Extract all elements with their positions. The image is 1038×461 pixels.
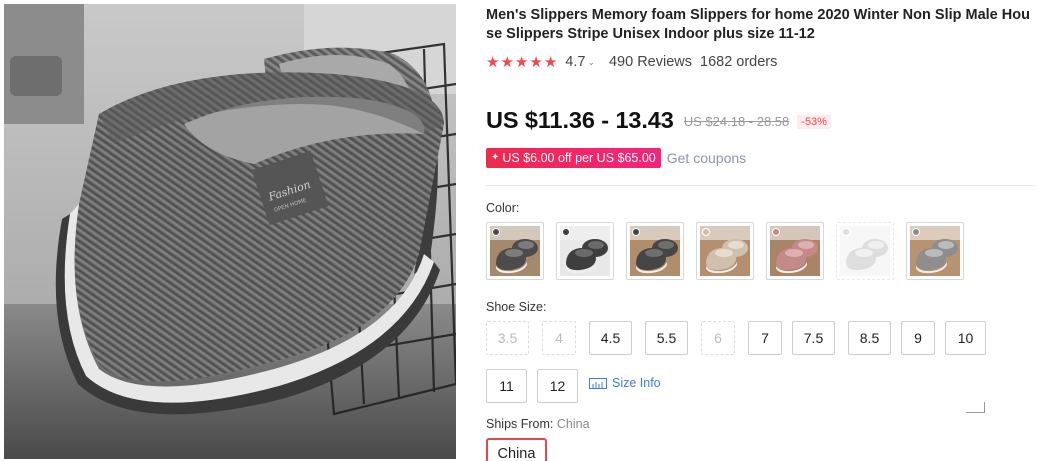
original-price: US $24.18 - 28.58 xyxy=(683,114,790,129)
divider xyxy=(486,185,1034,186)
ships-from-title: Ships From: xyxy=(486,417,554,431)
corner-mark xyxy=(966,402,985,413)
rating-stars: ★ ★ ★ ★ ★ xyxy=(486,55,557,70)
ships-from-label: Ships From: China xyxy=(486,417,590,431)
size-option-12[interactable]: 12 xyxy=(537,369,578,403)
ships-from-value: China xyxy=(556,417,590,431)
size-option-11[interactable]: 11 xyxy=(486,369,527,403)
product-main-image[interactable]: Fashion OPEN HOME xyxy=(4,4,456,459)
price-row: US $11.36 - 13.43 US $24.18 - 28.58 -53% xyxy=(486,106,831,134)
get-coupons-link[interactable]: Get coupons xyxy=(667,150,746,166)
star-icon: ★ xyxy=(500,53,514,71)
size-info-link[interactable]: Size Info xyxy=(589,376,661,390)
color-swatch-black[interactable] xyxy=(556,222,614,280)
size-option-3-5: 3.5 xyxy=(486,321,529,355)
reviews-link[interactable]: 490 Reviews xyxy=(609,54,692,70)
color-swatch-charcoal[interactable] xyxy=(626,222,684,280)
color-swatch-light-grey[interactable] xyxy=(836,222,894,280)
chevron-down-icon[interactable]: ⌄ xyxy=(587,57,595,68)
size-option-6: 6 xyxy=(701,321,735,355)
size-option-10[interactable]: 10 xyxy=(945,321,986,355)
color-swatch-dark-grey[interactable] xyxy=(486,222,544,280)
size-option-7-5[interactable]: 7.5 xyxy=(792,321,835,355)
discount-badge: -53% xyxy=(797,114,831,129)
size-option-9[interactable]: 9 xyxy=(901,321,935,355)
coupon-badge[interactable]: ✦ US $6.00 off per US $65.00 xyxy=(486,147,661,168)
color-label: Color: xyxy=(486,201,520,215)
shoe-size-label: Shoe Size: xyxy=(486,300,547,314)
size-option-4: 4 xyxy=(542,321,576,355)
rating-value[interactable]: 4.7 xyxy=(565,54,585,70)
color-swatch-grey[interactable] xyxy=(906,222,964,280)
ruler-icon xyxy=(589,377,607,389)
size-option-4-5[interactable]: 4.5 xyxy=(589,321,632,355)
star-icon: ★ xyxy=(514,53,529,71)
ships-from-option-china[interactable]: China xyxy=(486,438,547,461)
size-option-7[interactable]: 7 xyxy=(748,321,782,355)
color-swatch-beige[interactable] xyxy=(696,222,754,280)
sparkle-icon: ✦ xyxy=(491,151,500,163)
orders-count: 1682 orders xyxy=(700,54,778,70)
star-icon: ★ xyxy=(486,53,500,71)
size-option-5-5[interactable]: 5.5 xyxy=(645,321,688,355)
coupon-row: ✦ US $6.00 off per US $65.00 Get coupons xyxy=(486,147,746,168)
current-price: US $11.36 - 13.43 xyxy=(486,106,674,133)
size-info-label[interactable]: Size Info xyxy=(612,376,661,390)
star-icon: ★ xyxy=(529,53,543,71)
color-swatch-pink[interactable] xyxy=(766,222,824,280)
size-option-8-5[interactable]: 8.5 xyxy=(848,321,891,355)
star-icon: ★ xyxy=(543,53,558,71)
coupon-text: US $6.00 off per US $65.00 xyxy=(502,150,656,165)
color-swatches xyxy=(486,222,964,280)
product-info-panel: Men's Slippers Memory foam Slippers for … xyxy=(486,0,1038,461)
product-title: Men's Slippers Memory foam Slippers for … xyxy=(486,7,1030,42)
rating-row: ★ ★ ★ ★ ★ 4.7 ⌄ 490 Reviews 1682 orders xyxy=(486,53,777,71)
